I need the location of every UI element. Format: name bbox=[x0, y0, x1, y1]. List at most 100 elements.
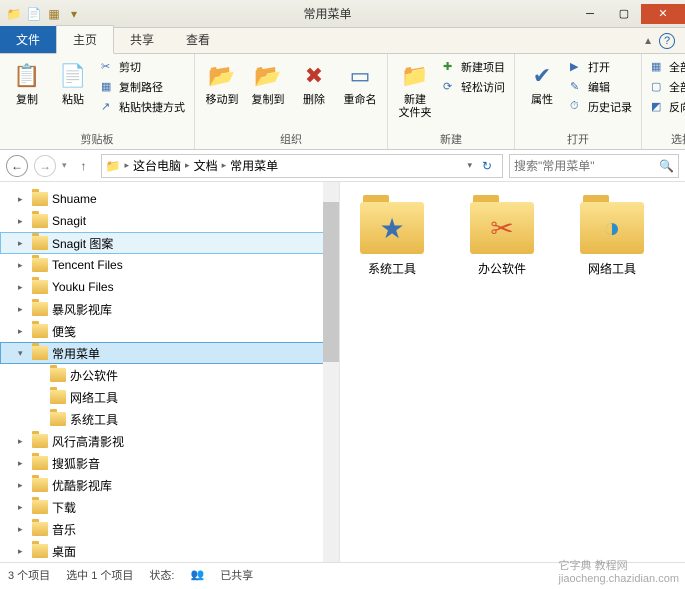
tree-item[interactable]: ▸搜狐影音 bbox=[0, 452, 339, 474]
tree-item[interactable]: ▸ Snagit 图案 bbox=[0, 232, 339, 254]
twisty-icon[interactable]: ▸ bbox=[18, 238, 28, 249]
tree-item[interactable]: ▸音乐 bbox=[0, 518, 339, 540]
edit-button[interactable]: ✎编辑 bbox=[567, 78, 635, 96]
file-item[interactable]: ★系统工具 bbox=[350, 202, 434, 277]
folder-icon[interactable]: 📁 bbox=[6, 6, 22, 22]
maximize-button[interactable]: ▢ bbox=[607, 4, 641, 24]
tree-item[interactable]: ▸暴风影视库 bbox=[0, 298, 339, 320]
watermark: 它字典 教程网 jiaocheng.chazidian.com bbox=[559, 557, 679, 585]
invert-selection-button[interactable]: ◩反向选择 bbox=[648, 98, 685, 116]
select-all-button[interactable]: ▦全部选择 bbox=[648, 58, 685, 76]
paste-button[interactable]: 📄 粘贴 bbox=[52, 58, 94, 107]
new-folder-button[interactable]: 📁 新建 文件夹 bbox=[394, 58, 436, 120]
copy-to-button[interactable]: 📂 复制到 bbox=[247, 58, 289, 107]
easy-access-icon: ⟳ bbox=[443, 80, 457, 94]
tree-item[interactable]: ▸风行高清影视 bbox=[0, 430, 339, 452]
move-to-button[interactable]: 📂 移动到 bbox=[201, 58, 243, 107]
up-button[interactable]: ↑ bbox=[73, 155, 95, 177]
folder-icon bbox=[32, 280, 48, 294]
open-button[interactable]: ▶打开 bbox=[567, 58, 635, 76]
search-box[interactable]: 🔍 bbox=[509, 154, 679, 178]
folder-icon bbox=[32, 434, 48, 448]
twisty-icon[interactable]: ▸ bbox=[18, 282, 28, 293]
file-item[interactable]: ✂办公软件 bbox=[460, 202, 544, 277]
tree-item[interactable]: ▸Shuame bbox=[0, 188, 339, 210]
tree-item[interactable]: ▸桌面 bbox=[0, 540, 339, 562]
tab-home[interactable]: 主页 bbox=[56, 25, 114, 54]
twisty-icon[interactable]: ▸ bbox=[18, 458, 28, 469]
tree-item[interactable]: ▸便笺 bbox=[0, 320, 339, 342]
search-icon[interactable]: 🔍 bbox=[659, 159, 674, 173]
folder-icon bbox=[50, 412, 66, 426]
twisty-icon[interactable]: ▸ bbox=[18, 480, 28, 491]
twisty-icon[interactable]: ▸ bbox=[18, 436, 28, 447]
tab-file[interactable]: 文件 bbox=[0, 26, 56, 53]
tree-item-label: 网络工具 bbox=[70, 389, 118, 406]
chevron-right-icon[interactable]: ▸ bbox=[222, 160, 227, 171]
twisty-icon[interactable]: ▾ bbox=[18, 348, 28, 359]
folder-icon bbox=[32, 478, 48, 492]
tab-view[interactable]: 查看 bbox=[170, 26, 226, 53]
easy-access-button[interactable]: ⟳轻松访问 bbox=[440, 78, 508, 96]
delete-button[interactable]: ✖ 删除 bbox=[293, 58, 335, 107]
crumb-documents[interactable]: 文档 bbox=[194, 157, 218, 174]
twisty-icon[interactable]: ▸ bbox=[18, 260, 28, 271]
help-icon[interactable]: ? bbox=[659, 33, 675, 49]
tree-item-label: 常用菜单 bbox=[52, 345, 100, 362]
tree-item[interactable]: 网络工具 bbox=[0, 386, 339, 408]
file-item[interactable]: ◑网络工具 bbox=[570, 202, 654, 277]
properties-button[interactable]: ✔ 属性 bbox=[521, 58, 563, 107]
history-button[interactable]: ⏱历史记录 bbox=[567, 98, 635, 116]
new-item-button[interactable]: ✚新建项目 bbox=[440, 58, 508, 76]
copy-path-button[interactable]: ▦复制路径 bbox=[98, 78, 188, 96]
paste-shortcut-button[interactable]: ↗粘贴快捷方式 bbox=[98, 98, 188, 116]
properties-icon[interactable]: ▦ bbox=[46, 6, 62, 22]
cut-button[interactable]: ✂剪切 bbox=[98, 58, 188, 76]
tree-item[interactable]: ▾ 常用菜单 bbox=[0, 342, 339, 364]
refresh-icon[interactable]: ↻ bbox=[476, 159, 498, 173]
tree-item[interactable]: ▸Snagit bbox=[0, 210, 339, 232]
twisty-icon[interactable]: ▸ bbox=[18, 194, 28, 205]
tree-item[interactable]: ▸Youku Files bbox=[0, 276, 339, 298]
chevron-right-icon[interactable]: ▸ bbox=[124, 160, 129, 171]
twisty-icon[interactable]: ▸ bbox=[18, 304, 28, 315]
search-input[interactable] bbox=[514, 159, 659, 173]
window-buttons: ─ ▢ ✕ bbox=[573, 4, 685, 24]
ribbon: 📋 复制 📄 粘贴 ✂剪切 ▦复制路径 ↗粘贴快捷方式 剪贴板 📂 移动到 📂 bbox=[0, 54, 685, 150]
address-dropdown-icon[interactable]: ▾ bbox=[467, 160, 472, 171]
tab-share[interactable]: 共享 bbox=[114, 26, 170, 53]
copy-button[interactable]: 📋 复制 bbox=[6, 58, 48, 107]
twisty-icon[interactable]: ▸ bbox=[18, 546, 28, 557]
crumb-this-pc[interactable]: 这台电脑 bbox=[133, 157, 181, 174]
rename-icon: ▭ bbox=[344, 60, 376, 92]
tree-scrollbar[interactable] bbox=[323, 182, 339, 562]
minimize-button[interactable]: ─ bbox=[573, 4, 607, 24]
crumb-current[interactable]: 常用菜单 bbox=[230, 157, 278, 174]
forward-button[interactable]: → bbox=[34, 155, 56, 177]
tree-item[interactable]: 办公软件 bbox=[0, 364, 339, 386]
scrollbar-thumb[interactable] bbox=[323, 202, 339, 362]
twisty-icon[interactable]: ▸ bbox=[18, 524, 28, 535]
chevron-right-icon[interactable]: ▸ bbox=[185, 160, 190, 171]
group-new: 📁 新建 文件夹 ✚新建项目 ⟳轻松访问 新建 bbox=[388, 54, 515, 149]
tree-item[interactable]: 系统工具 bbox=[0, 408, 339, 430]
tree-item[interactable]: ▸下载 bbox=[0, 496, 339, 518]
new-file-icon[interactable]: 📄 bbox=[26, 6, 42, 22]
recent-dropdown-icon[interactable]: ▾ bbox=[62, 160, 67, 171]
tree-item[interactable]: ▸ Tencent Files bbox=[0, 254, 339, 276]
tree-item-label: Snagit 图案 bbox=[52, 235, 113, 252]
tree-item-label: Tencent Files bbox=[52, 258, 123, 272]
folder-icon bbox=[32, 192, 48, 206]
tree-item[interactable]: ▸优酷影视库 bbox=[0, 474, 339, 496]
twisty-icon[interactable]: ▸ bbox=[18, 326, 28, 337]
rename-button[interactable]: ▭ 重命名 bbox=[339, 58, 381, 107]
collapse-ribbon-icon[interactable]: ▲ bbox=[643, 36, 653, 47]
select-none-button[interactable]: ▢全部取消 bbox=[648, 78, 685, 96]
dropdown-icon[interactable]: ▾ bbox=[66, 6, 82, 22]
twisty-icon[interactable]: ▸ bbox=[18, 502, 28, 513]
close-button[interactable]: ✕ bbox=[641, 4, 685, 24]
address-bar[interactable]: 📁 ▸ 这台电脑 ▸ 文档 ▸ 常用菜单 ▾ ↻ bbox=[101, 154, 503, 178]
back-button[interactable]: ← bbox=[6, 155, 28, 177]
twisty-icon[interactable]: ▸ bbox=[18, 216, 28, 227]
content-pane[interactable]: ★系统工具 ✂办公软件 ◑网络工具 bbox=[340, 182, 685, 562]
